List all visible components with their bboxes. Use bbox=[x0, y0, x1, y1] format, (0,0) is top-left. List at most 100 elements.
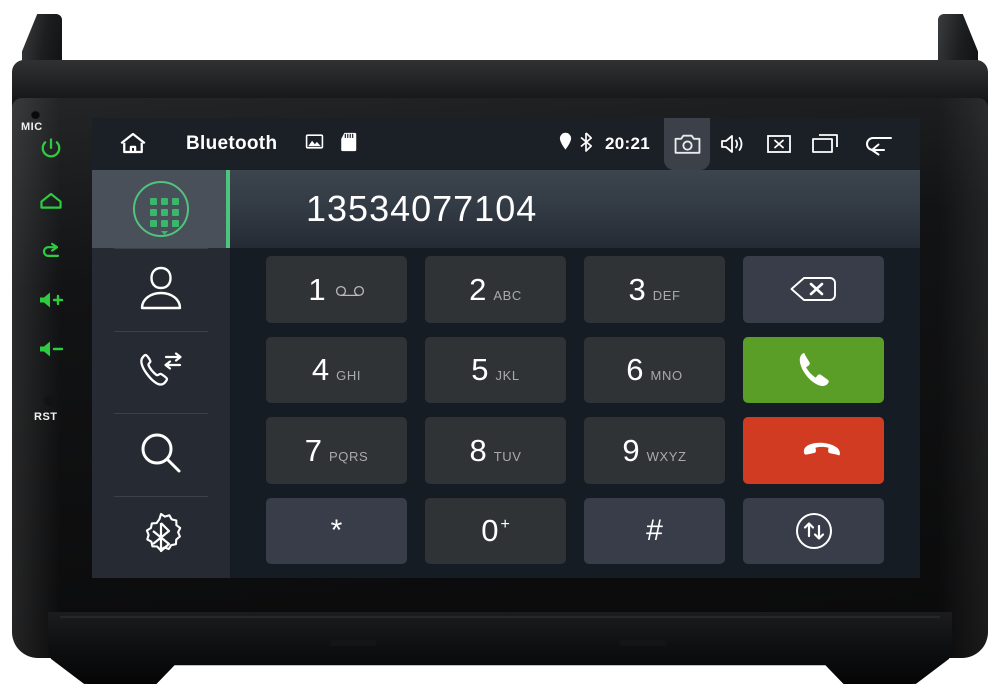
statusbar-home-button[interactable] bbox=[110, 129, 156, 159]
touchscreen: Bluetooth 20:21 13534077104 1 2 ABC 3 DE… bbox=[92, 118, 920, 578]
screenshot-button[interactable] bbox=[664, 118, 710, 170]
key-8[interactable]: 8 TUV bbox=[425, 417, 566, 484]
key-hash[interactable]: # bbox=[584, 497, 725, 564]
dialpad-icon bbox=[133, 181, 189, 237]
key-star[interactable]: * bbox=[266, 497, 407, 564]
volume-up-icon bbox=[40, 292, 64, 308]
key-letters: PQRS bbox=[329, 448, 369, 464]
microphone-hole bbox=[31, 110, 40, 119]
key-transfer[interactable] bbox=[743, 497, 884, 564]
key-hangup[interactable] bbox=[743, 417, 884, 484]
location-pin-glyph bbox=[559, 132, 572, 150]
key-1[interactable]: 1 bbox=[266, 256, 407, 323]
gallery-icon[interactable] bbox=[305, 132, 324, 156]
reset-hole[interactable] bbox=[44, 396, 54, 406]
key-letters: MNO bbox=[650, 368, 683, 384]
voicemail-icon bbox=[335, 284, 365, 302]
key-letters: WXYZ bbox=[646, 448, 687, 464]
key-digit: 0 bbox=[481, 513, 499, 549]
key-digit: 3 bbox=[628, 271, 646, 307]
sd-card-icon-glyph bbox=[341, 132, 357, 151]
power-icon bbox=[41, 138, 61, 158]
key-digit: 5 bbox=[471, 352, 489, 388]
sd-card-icon[interactable] bbox=[340, 132, 357, 157]
key-5[interactable]: 5 JKL bbox=[425, 336, 566, 403]
home-icon bbox=[40, 192, 62, 209]
number-display-bar[interactable]: 13534077104 bbox=[230, 170, 920, 248]
back-arrow-icon bbox=[42, 242, 60, 257]
key-symbol: * bbox=[330, 513, 343, 547]
key-digit: 1 bbox=[308, 271, 326, 307]
backspace-icon bbox=[790, 277, 836, 302]
key-letters: JKL bbox=[495, 368, 520, 384]
back-button[interactable] bbox=[848, 118, 908, 170]
location-pin-icon bbox=[558, 132, 573, 156]
gallery-icon-glyph bbox=[306, 134, 324, 149]
key-9[interactable]: 9 WXYZ bbox=[584, 417, 725, 484]
dialpad-keypad: 1 2 ABC 3 DEF 4 GHI 5 JKL 6 MNO 7 PQRS 8… bbox=[230, 248, 920, 578]
back-hw-button[interactable] bbox=[34, 234, 68, 268]
key-digit: 6 bbox=[626, 352, 644, 388]
reset-label: RST bbox=[34, 411, 58, 423]
camera-icon bbox=[674, 134, 700, 154]
home-icon bbox=[120, 132, 146, 154]
key-call[interactable] bbox=[743, 336, 884, 403]
back-arrow-icon bbox=[866, 137, 892, 156]
sidebar-item-bluetooth-settings[interactable] bbox=[92, 495, 230, 579]
key-digit: 2 bbox=[469, 271, 487, 307]
key-digit: 9 bbox=[622, 432, 640, 468]
recents-button[interactable] bbox=[802, 118, 848, 170]
key-digit: 7 bbox=[304, 432, 322, 468]
sidebar-item-search[interactable] bbox=[92, 413, 230, 496]
key-digit: 8 bbox=[469, 432, 487, 468]
home-hw-button[interactable] bbox=[34, 185, 68, 219]
phone-call-icon bbox=[799, 352, 829, 386]
bluetooth-glyph bbox=[580, 131, 593, 152]
key-letters: TUV bbox=[493, 448, 522, 464]
sidebar-item-call-history[interactable] bbox=[92, 330, 230, 414]
close-button[interactable] bbox=[756, 118, 802, 170]
volume-up-hw-button[interactable] bbox=[34, 283, 68, 317]
volume-down-hw-button[interactable] bbox=[34, 332, 68, 366]
speaker-icon bbox=[721, 135, 743, 153]
key-letters: ABC bbox=[493, 287, 522, 303]
status-bar: Bluetooth 20:21 bbox=[92, 118, 920, 170]
key-0[interactable]: 0 + bbox=[425, 497, 566, 564]
statusbar-right-group: 20:21 bbox=[558, 118, 920, 170]
volume-button[interactable] bbox=[710, 118, 756, 170]
clock: 20:21 bbox=[605, 134, 650, 153]
key-2[interactable]: 2 ABC bbox=[425, 256, 566, 323]
sidebar-item-dialpad[interactable] bbox=[92, 170, 230, 248]
device-bottom-skirt bbox=[48, 612, 952, 684]
key-plus-sign: + bbox=[500, 516, 510, 534]
power-button[interactable] bbox=[34, 132, 68, 166]
key-digit: 4 bbox=[311, 352, 330, 388]
call-history-icon bbox=[140, 352, 182, 386]
search-icon bbox=[141, 433, 181, 473]
key-symbol: # bbox=[646, 513, 663, 547]
skirt-tab-left bbox=[330, 640, 376, 646]
skirt-seam bbox=[60, 616, 940, 618]
volume-down-icon bbox=[40, 341, 64, 357]
key-backspace[interactable] bbox=[743, 256, 884, 323]
page-title: Bluetooth bbox=[186, 133, 278, 154]
dialer-pane: 13534077104 1 2 ABC 3 DEF 4 GHI 5 JKL 6 … bbox=[230, 170, 920, 578]
contact-person-icon bbox=[140, 267, 182, 310]
dialed-number: 13534077104 bbox=[306, 188, 538, 229]
key-letters: GHI bbox=[336, 368, 362, 384]
key-4[interactable]: 4 GHI bbox=[266, 336, 407, 403]
key-3[interactable]: 3 DEF bbox=[584, 256, 725, 323]
car-head-unit: MIC RST Bluetooth 20:21 13534077104 1 2 … bbox=[0, 0, 1000, 694]
key-letters: DEF bbox=[652, 287, 681, 303]
sidebar-item-contacts[interactable] bbox=[92, 248, 230, 331]
key-7[interactable]: 7 PQRS bbox=[266, 417, 407, 484]
bluetooth-icon bbox=[579, 131, 593, 157]
skirt-tab-right bbox=[620, 640, 666, 646]
phone-hangup-icon bbox=[803, 442, 840, 456]
bluetooth-gear-icon bbox=[145, 512, 182, 552]
key-6[interactable]: 6 MNO bbox=[584, 336, 725, 403]
recents-icon bbox=[812, 134, 838, 153]
screen-body: 13534077104 1 2 ABC 3 DEF 4 GHI 5 JKL 6 … bbox=[92, 170, 920, 578]
x-box-icon bbox=[767, 135, 791, 153]
app-sidebar bbox=[92, 170, 230, 578]
